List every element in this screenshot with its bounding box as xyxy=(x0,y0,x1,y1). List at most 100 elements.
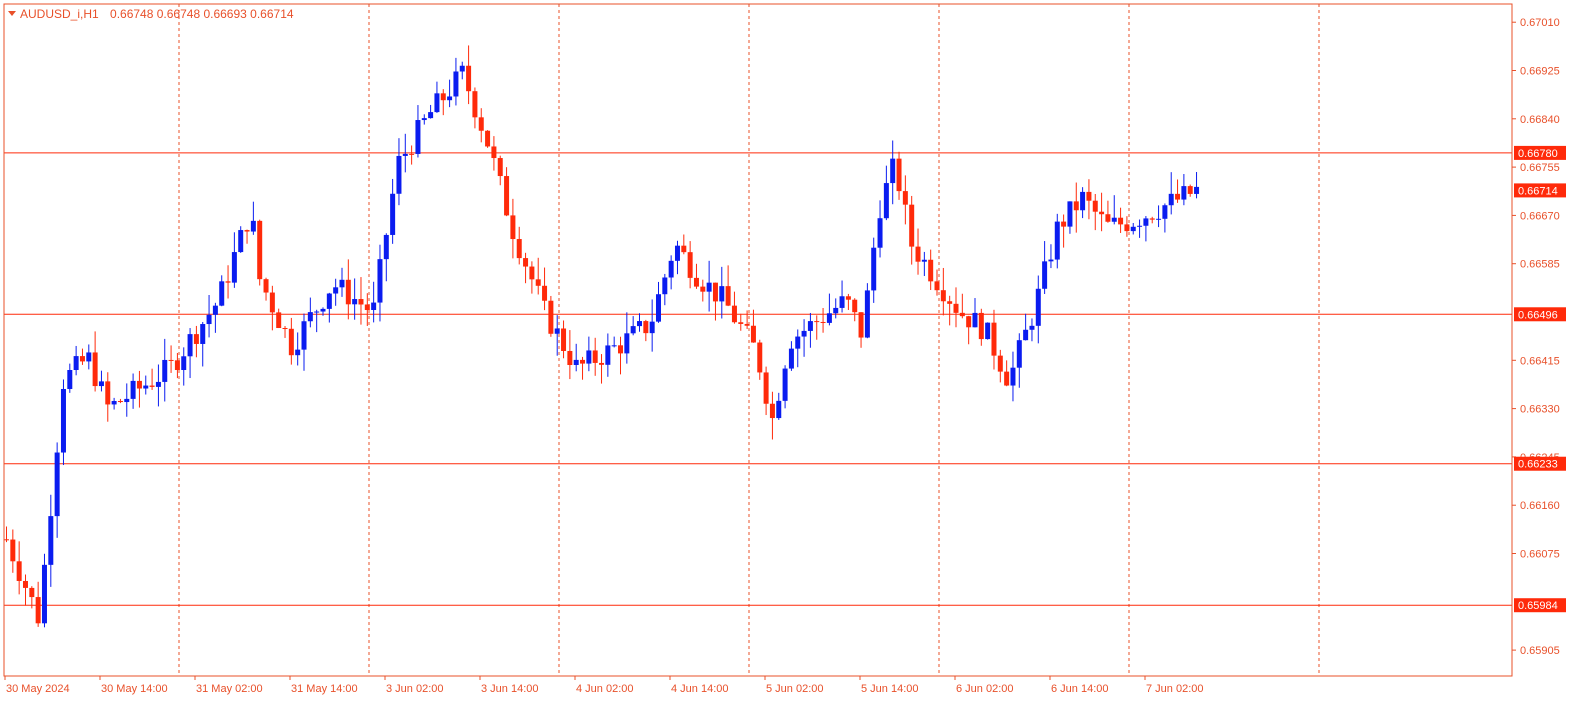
candle-body xyxy=(820,321,826,323)
candle-body xyxy=(1181,186,1187,200)
candle-body xyxy=(276,312,282,329)
candle-body xyxy=(624,333,630,354)
candle-body xyxy=(706,282,712,292)
candle-body xyxy=(136,380,142,389)
candle-body xyxy=(807,321,813,331)
candle-body xyxy=(1092,200,1098,212)
candle-body xyxy=(168,359,174,361)
candle-body xyxy=(238,230,244,253)
level-tag-label: 0.65984 xyxy=(1518,600,1558,612)
candle-body xyxy=(618,345,624,354)
candle-body xyxy=(845,296,851,300)
candle-body xyxy=(1054,221,1060,260)
price-tick-label: 0.66840 xyxy=(1520,114,1560,126)
candle-body xyxy=(896,158,902,192)
candle-body xyxy=(1004,371,1010,386)
candle-body xyxy=(1048,259,1054,262)
candle-body xyxy=(86,352,92,362)
candle-body xyxy=(307,312,313,322)
candle-body xyxy=(972,312,978,328)
candle-body xyxy=(1042,261,1048,289)
candle-body xyxy=(1194,186,1200,194)
candle-body xyxy=(504,176,510,216)
candle-body xyxy=(187,334,193,357)
candle-body xyxy=(674,245,680,261)
candle-body xyxy=(883,183,889,219)
chart-header[interactable]: AUDUSD_i,H1 0.66748 0.66748 0.66693 0.66… xyxy=(8,7,294,21)
candle-body xyxy=(402,153,408,156)
time-axis: 30 May 2024 30 May 14:00 31 May 02:00 31 Ma… xyxy=(4,676,1204,695)
candle-body xyxy=(320,308,326,312)
candle-body xyxy=(871,247,877,291)
candle-body xyxy=(864,290,870,338)
candle-body xyxy=(390,193,396,235)
candle-body xyxy=(567,350,573,366)
candle-body xyxy=(225,281,231,283)
candle-body xyxy=(1073,201,1079,211)
candle-body xyxy=(763,372,769,404)
candle-body xyxy=(447,96,453,101)
time-tick-label: 3 Jun 02:00 xyxy=(386,683,444,695)
candle-body xyxy=(725,286,731,306)
time-tick-label: 5 Jun 02:00 xyxy=(766,683,824,695)
candle-body xyxy=(358,299,364,305)
candle-body xyxy=(637,321,642,327)
time-tick-label: 30 May 14:00 xyxy=(101,683,168,695)
candle-body xyxy=(826,313,832,323)
price-tick-label: 0.66075 xyxy=(1520,549,1560,561)
symbol-label: AUDUSD_i,H1 0.66748 0.66748 0.66693 0.66… xyxy=(20,7,294,21)
candle-body xyxy=(858,312,864,338)
time-tick-label: 31 May 14:00 xyxy=(291,683,358,695)
candle-body xyxy=(643,321,649,334)
candle-body xyxy=(54,452,60,517)
candle-body xyxy=(529,266,535,280)
collapse-arrow-icon[interactable] xyxy=(8,11,16,16)
candle-body xyxy=(409,153,415,155)
candle-body xyxy=(668,260,674,278)
candle-body xyxy=(599,362,605,365)
candle-body xyxy=(776,400,782,419)
candle-body xyxy=(902,191,908,205)
candle-body xyxy=(1149,218,1155,220)
candle-body xyxy=(833,307,839,314)
candle-body xyxy=(219,281,225,306)
candle-body xyxy=(516,239,522,259)
candle-body xyxy=(4,539,9,541)
price-tick-label: 0.66755 xyxy=(1520,162,1560,174)
candle-body xyxy=(333,287,339,294)
candle-body xyxy=(200,324,206,344)
candle-body xyxy=(1010,367,1016,386)
chart-canvas: 0.67010 0.66925 0.66840 0.66755 0.66670 0.665… xyxy=(3,3,1566,695)
candle-body xyxy=(782,368,788,401)
candle-body xyxy=(1118,217,1124,225)
candle-body xyxy=(22,580,28,588)
candle-body xyxy=(909,204,915,247)
candle-body xyxy=(212,305,218,315)
candle-body xyxy=(174,360,180,370)
candle-body xyxy=(535,279,541,286)
candle-body xyxy=(1080,191,1086,211)
candle-body xyxy=(1105,214,1111,222)
time-tick-label: 6 Jun 02:00 xyxy=(956,683,1014,695)
candle-body xyxy=(852,299,858,313)
candle-body xyxy=(586,350,592,364)
candle-body xyxy=(124,398,130,403)
candle-body xyxy=(231,252,237,283)
candle-body xyxy=(326,293,332,309)
candle-body xyxy=(915,246,921,262)
candle-body xyxy=(35,597,41,624)
candle-body xyxy=(434,93,440,113)
candle-body xyxy=(371,302,377,310)
candle-body xyxy=(985,322,991,340)
candle-body xyxy=(92,352,98,387)
candle-body xyxy=(478,117,484,131)
candle-body xyxy=(681,245,687,253)
candle-body xyxy=(396,155,402,194)
candle-body xyxy=(16,561,22,581)
candle-body xyxy=(788,348,794,369)
candle-body xyxy=(162,359,168,382)
candle-body xyxy=(580,359,586,364)
candle-body xyxy=(181,356,187,370)
candle-body xyxy=(111,400,117,405)
candle-body xyxy=(1016,340,1022,368)
